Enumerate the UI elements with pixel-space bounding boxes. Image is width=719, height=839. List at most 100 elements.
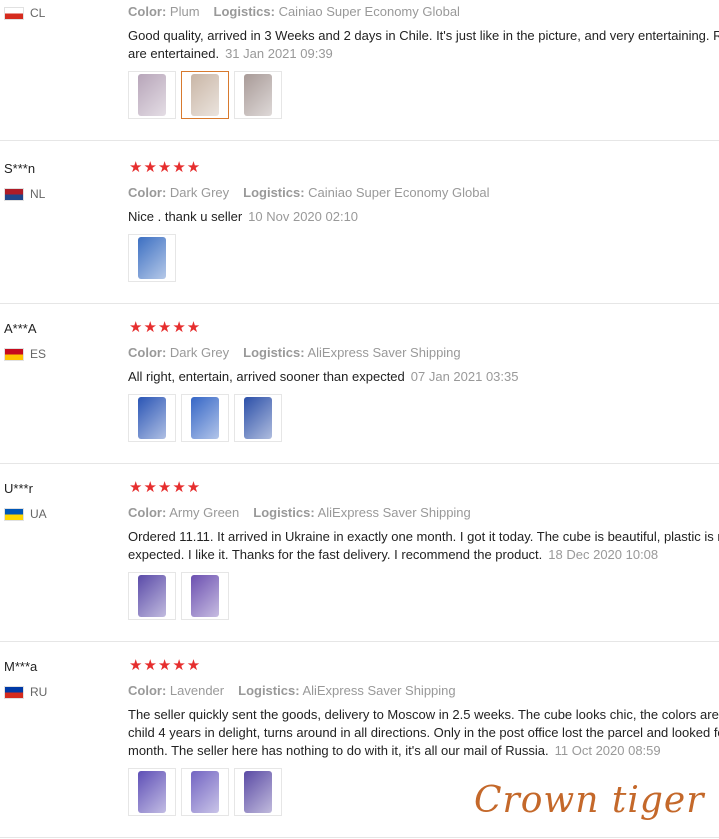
review-photo-thumbnail[interactable]: [234, 768, 282, 816]
review-item: [0, 0, 719, 141]
feedback-line: month. The seller here has nothing to do…: [128, 743, 549, 758]
review-photo-thumbnail[interactable]: [128, 394, 176, 442]
review-photos: [128, 768, 282, 816]
review-date: 31 Jan 2021 09:39: [225, 46, 333, 61]
product-attributes: Color: Army Green Logistics: AliExpress S…: [128, 505, 485, 520]
product-attributes: Color: Plum Logistics: Cainiao Super Econ…: [128, 4, 474, 19]
photo-image: [191, 771, 219, 813]
reviewer-country: ES: [4, 347, 46, 361]
review-feedback: Good quality, arrived in 3 Weeks and 2 d…: [128, 27, 719, 63]
feedback-last-line: Nice . thank u seller 10 Nov 2020 02:10: [128, 208, 719, 226]
color-label: Color:: [128, 185, 167, 200]
country-code: CL: [30, 6, 46, 20]
star-rating: ★★★★★: [129, 657, 202, 674]
logistics-value: AliExpress Saver Shipping: [302, 683, 456, 698]
feedback-last-line: expected. I like it. Thanks for the fast…: [128, 546, 719, 564]
logistics-label: Logistics:: [243, 185, 305, 200]
review-feedback: Nice . thank u seller 10 Nov 2020 02:10: [128, 208, 719, 226]
review-photo-thumbnail[interactable]: [128, 234, 176, 282]
photo-image: [191, 74, 219, 116]
photo-image: [244, 74, 272, 116]
review-photos: [128, 71, 282, 119]
feedback-line: expected. I like it. Thanks for the fast…: [128, 547, 543, 562]
review-item: [0, 319, 719, 464]
reviewer-country: NL: [4, 187, 45, 201]
product-attributes: Color: Dark Grey Logistics: AliExpress Sa…: [128, 345, 475, 360]
feedback-line: Good quality, arrived in 3 Weeks and 2 d…: [128, 28, 719, 43]
logistics-value: AliExpress Saver Shipping: [307, 345, 461, 360]
feedback-line: child 4 years in delight, turns around i…: [128, 725, 719, 740]
review-photo-thumbnail[interactable]: [181, 572, 229, 620]
review-photos: [128, 394, 282, 442]
review-photo-thumbnail[interactable]: [128, 768, 176, 816]
review-date: 07 Jan 2021 03:35: [410, 369, 519, 384]
feedback-last-line: are entertained. 31 Jan 2021 09:39: [128, 45, 719, 63]
reviewer-country: CL: [4, 6, 45, 20]
reviewer-name: U***r: [4, 481, 33, 496]
color-value: Lavender: [169, 683, 225, 698]
review-photo-thumbnail[interactable]: [181, 394, 229, 442]
photo-image: [138, 397, 166, 439]
country-code: RU: [30, 685, 48, 699]
reviewer-name: S***n: [4, 161, 36, 176]
reviewer-country: UA: [4, 507, 47, 521]
review-item: [0, 159, 719, 304]
color-label: Color:: [128, 345, 167, 360]
feedback-line: The seller quickly sent the goods, deliv…: [128, 707, 719, 722]
review-photos: [128, 234, 176, 282]
country-code: UA: [30, 507, 47, 521]
reviewer-name: M***a: [4, 659, 38, 674]
review-photo-thumbnail[interactable]: [128, 572, 176, 620]
review-feedback: Ordered 11.11. It arrived in Ukraine in …: [128, 528, 719, 564]
photo-image: [138, 74, 166, 116]
photo-image: [138, 771, 166, 813]
country-code: ES: [30, 347, 47, 361]
color-label: Color:: [128, 683, 167, 698]
photo-image: [138, 237, 166, 279]
color-value: Dark Grey: [169, 345, 230, 360]
feedback-last-line: month. The seller here has nothing to do…: [128, 742, 719, 760]
color-value: Army Green: [169, 505, 240, 520]
photo-image: [191, 397, 219, 439]
review-feedback: All right, entertain, arrived sooner tha…: [128, 368, 719, 386]
review-photo-thumbnail[interactable]: [128, 71, 176, 119]
photo-image: [138, 575, 166, 617]
feedback-line: Nice . thank u seller: [128, 209, 243, 224]
review-photo-thumbnail[interactable]: [234, 71, 282, 119]
watermark: Crown tiger: [474, 780, 705, 821]
color-label: Color:: [128, 4, 167, 19]
review-photo-thumbnail[interactable]: [181, 71, 229, 119]
country-flag-icon: [4, 187, 24, 201]
photo-image: [191, 575, 219, 617]
review-photo-thumbnail[interactable]: [234, 394, 282, 442]
logistics-label: Logistics:: [213, 4, 275, 19]
logistics-label: Logistics:: [238, 683, 300, 698]
color-label: Color:: [128, 505, 167, 520]
review-feedback: The seller quickly sent the goods, deliv…: [128, 706, 719, 760]
country-flag-icon: [4, 6, 24, 20]
feedback-line: are entertained.: [128, 46, 220, 61]
product-attributes: Color: Dark Grey Logistics: Cainiao Super…: [128, 185, 504, 200]
reviewer-country: RU: [4, 685, 47, 699]
star-rating: ★★★★★: [129, 319, 202, 336]
feedback-line: Ordered 11.11. It arrived in Ukraine in …: [128, 529, 719, 544]
product-attributes: Color: Lavender Logistics: AliExpress Sav…: [128, 683, 470, 698]
photo-image: [244, 397, 272, 439]
reviewer-name: A***A: [4, 321, 37, 336]
country-code: NL: [30, 187, 46, 201]
country-flag-icon: [4, 347, 24, 361]
review-date: 11 Oct 2020 08:59: [554, 743, 661, 758]
color-value: Plum: [169, 4, 200, 19]
star-rating: ★★★★★: [129, 159, 202, 176]
review-date: 10 Nov 2020 02:10: [248, 209, 359, 224]
review-date: 18 Dec 2020 10:08: [548, 547, 659, 562]
photo-image: [244, 771, 272, 813]
logistics-label: Logistics:: [243, 345, 305, 360]
review-photos: [128, 572, 229, 620]
logistics-value: Cainiao Super Economy Global: [308, 185, 490, 200]
review-photo-thumbnail[interactable]: [181, 768, 229, 816]
country-flag-icon: [4, 685, 24, 699]
feedback-line: All right, entertain, arrived sooner tha…: [128, 369, 405, 384]
star-rating: ★★★★★: [129, 479, 202, 496]
logistics-value: AliExpress Saver Shipping: [317, 505, 471, 520]
